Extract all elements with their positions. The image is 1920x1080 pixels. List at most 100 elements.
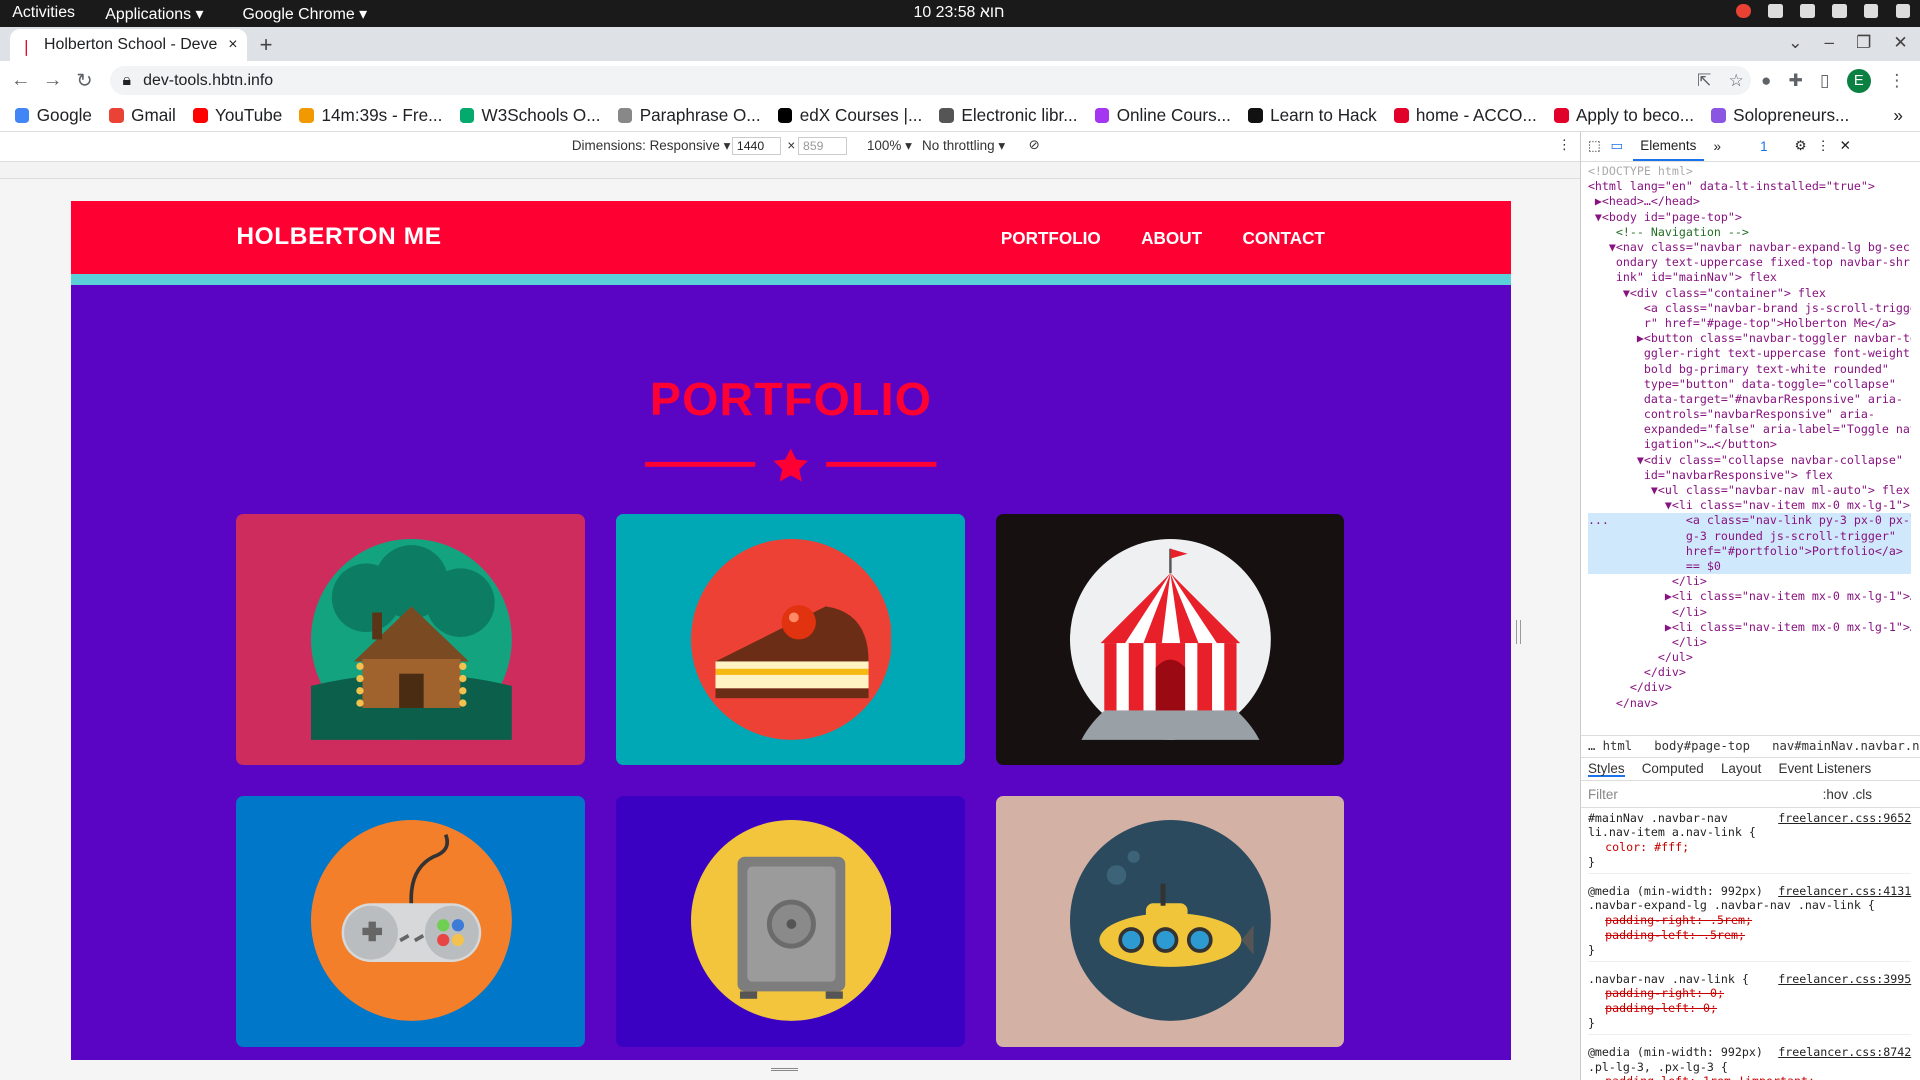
extensions-icon[interactable]: ✚ [1789, 70, 1803, 91]
bookmark-item[interactable]: Paraphrase O... [617, 105, 761, 126]
viewport-height-input[interactable] [798, 137, 848, 156]
bookmark-item[interactable]: Gmail [109, 105, 176, 126]
system-tray[interactable] [1736, 3, 1911, 19]
dom-node-line[interactable]: <!-- Navigation --> [1588, 225, 1911, 240]
tab-search-icon[interactable]: ⌄ [1788, 32, 1802, 53]
rule-property[interactable]: padding-left: .5rem; [1588, 928, 1911, 943]
bookmark-item[interactable]: home - ACCO... [1393, 105, 1537, 126]
css-rule[interactable]: freelancer.css:9652 #mainNav .navbar-nav … [1587, 811, 1912, 875]
viewport-width-handle[interactable] [1515, 619, 1521, 645]
bookmark-item[interactable]: Solopreneurs... [1711, 105, 1849, 126]
bookmark-item[interactable]: Google [14, 105, 92, 126]
css-rule[interactable]: freelancer.css:4131 @media (min-width: 99… [1587, 884, 1912, 962]
breadcrumb-body[interactable]: body#page-top [1654, 739, 1750, 753]
dom-node-line[interactable]: ink" id="mainNav"> flex [1588, 270, 1911, 285]
device-toggle-icon[interactable]: ▭ [1610, 138, 1623, 154]
hov-cls-toggles[interactable]: :hov .cls [1823, 787, 1872, 802]
viewport-width-input[interactable] [732, 137, 782, 156]
side-panel-icon[interactable]: ▯ [1820, 70, 1829, 91]
tab-computed[interactable]: Computed [1642, 761, 1704, 776]
dom-node-line[interactable]: id="navbarResponsive"> flex [1588, 468, 1911, 483]
bookmark-item[interactable]: Online Cours... [1094, 105, 1231, 126]
dom-node-line[interactable]: controls="navbarResponsive" aria- [1588, 407, 1911, 422]
power-menu-icon[interactable] [1895, 3, 1911, 19]
bookmark-item[interactable]: W3Schools O... [459, 105, 601, 126]
bookmark-item[interactable]: Learn to Hack [1248, 105, 1377, 126]
dom-node-line[interactable]: </li> [1588, 574, 1911, 589]
address-bar[interactable]: 🔒︎ dev-tools.hbtn.info [110, 66, 1752, 96]
profile-avatar[interactable]: E [1846, 68, 1872, 94]
dom-node-line[interactable]: ggler-right text-uppercase font-weight- [1588, 346, 1911, 361]
portfolio-tile-safe[interactable] [615, 795, 965, 1047]
nav-link-portfolio[interactable]: PORTFOLIO [1001, 228, 1101, 249]
chrome-app-menu[interactable]: Google Chrome ▾ [242, 4, 367, 24]
nav-link-contact[interactable]: CONTACT [1242, 228, 1324, 249]
dom-node-line[interactable]: ... <a class="nav-link py-3 px-0 px-l [1587, 513, 1912, 529]
nav-link-about[interactable]: ABOUT [1141, 228, 1202, 249]
throttling-select[interactable]: No throttling ▾ [922, 138, 1005, 154]
bookmark-star-icon[interactable]: ☆ [1729, 70, 1744, 91]
reload-icon[interactable]: ↻ [69, 69, 101, 93]
dom-node-line[interactable]: </ul> [1588, 650, 1911, 665]
chrome-menu-icon[interactable]: ⋮ [1888, 70, 1905, 91]
bookmarks-overflow-icon[interactable]: » [1893, 105, 1903, 126]
rule-source-link[interactable]: freelancer.css:8742 [1778, 1045, 1911, 1060]
dom-node-line[interactable]: ▶<head>…</head> [1588, 194, 1911, 209]
bookmark-item[interactable]: YouTube [193, 105, 282, 126]
dom-node-line[interactable]: ondary text-uppercase fixed-top navbar-s… [1588, 255, 1911, 270]
device-options-icon[interactable]: ⋮ [1558, 137, 1571, 153]
dom-node-line[interactable]: == $0 [1587, 558, 1912, 575]
activities-button[interactable]: Activities [12, 4, 75, 22]
filter-input[interactable]: Filter [1588, 787, 1618, 802]
breadcrumb-nav[interactable]: nav#mainNav.navbar.nav [1772, 739, 1920, 753]
dom-node-line[interactable]: ▼<nav class="navbar navbar-expand-lg bg-… [1588, 240, 1911, 255]
dom-node-line[interactable]: ▼<li class="nav-item mx-0 mx-lg-1"> [1588, 498, 1911, 513]
dom-node-line[interactable]: href="#portfolio">Portfolio</a> [1587, 543, 1912, 559]
tab-styles[interactable]: Styles [1587, 761, 1625, 777]
dom-node-line[interactable]: type="button" data-toggle="collapse" [1588, 377, 1911, 392]
dom-node-line[interactable]: ▶<li class="nav-item mx-0 mx-lg-1">… [1588, 620, 1911, 635]
devtools-menu-icon[interactable]: ⋮ [1816, 138, 1829, 154]
dom-node-line[interactable]: ▼<div class="collapse navbar-collapse" [1588, 453, 1911, 468]
bookmark-item[interactable]: Electronic libr... [939, 105, 1078, 126]
portfolio-tile-cabin[interactable] [236, 514, 586, 766]
dom-node-line[interactable]: </div> [1588, 680, 1911, 695]
rule-property[interactable]: padding-left: 1rem !important; [1588, 1074, 1911, 1080]
css-rule[interactable]: freelancer.css:3995 .navbar-nav .nav-link… [1587, 972, 1912, 1036]
chrome-indicator-icon[interactable] [1736, 3, 1752, 19]
rule-property[interactable]: padding-left: 0; [1588, 1001, 1911, 1016]
close-window-icon[interactable]: ✕ [1893, 32, 1907, 53]
css-rule[interactable]: freelancer.css:8742 @media (min-width: 99… [1588, 1045, 1911, 1080]
lock-icon[interactable]: 🔒︎ [122, 72, 130, 90]
dom-node-line[interactable]: bold bg-primary text-white rounded" [1588, 362, 1911, 377]
rule-source-link[interactable]: freelancer.css:3995 [1778, 972, 1911, 987]
browser-tab[interactable]: ❘ Holberton School - Deve × [9, 29, 248, 62]
rule-property[interactable]: padding-right: .5rem; [1588, 913, 1911, 928]
cookie-extension-icon[interactable]: ● [1761, 70, 1771, 91]
tab-elements[interactable]: Elements [1632, 132, 1704, 162]
forward-icon[interactable]: → [37, 69, 69, 92]
settings-gear-icon[interactable]: ⚙ [1795, 138, 1807, 154]
url-text[interactable]: dev-tools.hbtn.info [143, 72, 273, 90]
dom-node-line[interactable]: ▶<li class="nav-item mx-0 mx-lg-1">… [1588, 589, 1911, 604]
dom-node-line[interactable]: <html lang="en" data-lt-installed="true"… [1588, 179, 1911, 194]
close-tab-icon[interactable]: × [228, 36, 237, 54]
site-brand[interactable]: HOLBERTON ME [236, 223, 441, 251]
dimensions-select[interactable]: Dimensions: Responsive ▾ [572, 138, 731, 154]
portfolio-tile-submarine[interactable] [995, 795, 1345, 1047]
dom-node-line[interactable]: </li> [1588, 635, 1911, 650]
inspect-element-icon[interactable]: ⬚ [1588, 138, 1601, 154]
dom-node-line[interactable]: igation">…</button> [1588, 437, 1911, 452]
restore-icon[interactable]: ❐ [1856, 32, 1871, 53]
rule-source-link[interactable]: freelancer.css:9652 [1778, 811, 1911, 826]
dom-node-line[interactable]: expanded="false" aria-label="Toggle nav [1588, 422, 1911, 437]
back-icon[interactable]: ← [5, 69, 37, 92]
styles-filter[interactable]: Filter :hov .cls [1580, 784, 1920, 809]
dom-tree[interactable]: <!DOCTYPE html> <html lang="en" data-lt-i… [1581, 164, 1912, 737]
rule-source-link[interactable]: freelancer.css:4131 [1778, 884, 1911, 899]
dom-node-line[interactable]: ▼<div class="container"> flex [1588, 286, 1911, 301]
dom-node-line[interactable]: </nav> [1588, 696, 1911, 711]
bookmark-item[interactable]: 14m:39s - Fre... [299, 105, 442, 126]
portfolio-tile-game[interactable] [236, 795, 586, 1047]
rule-property[interactable]: color: #fff; [1588, 840, 1911, 855]
